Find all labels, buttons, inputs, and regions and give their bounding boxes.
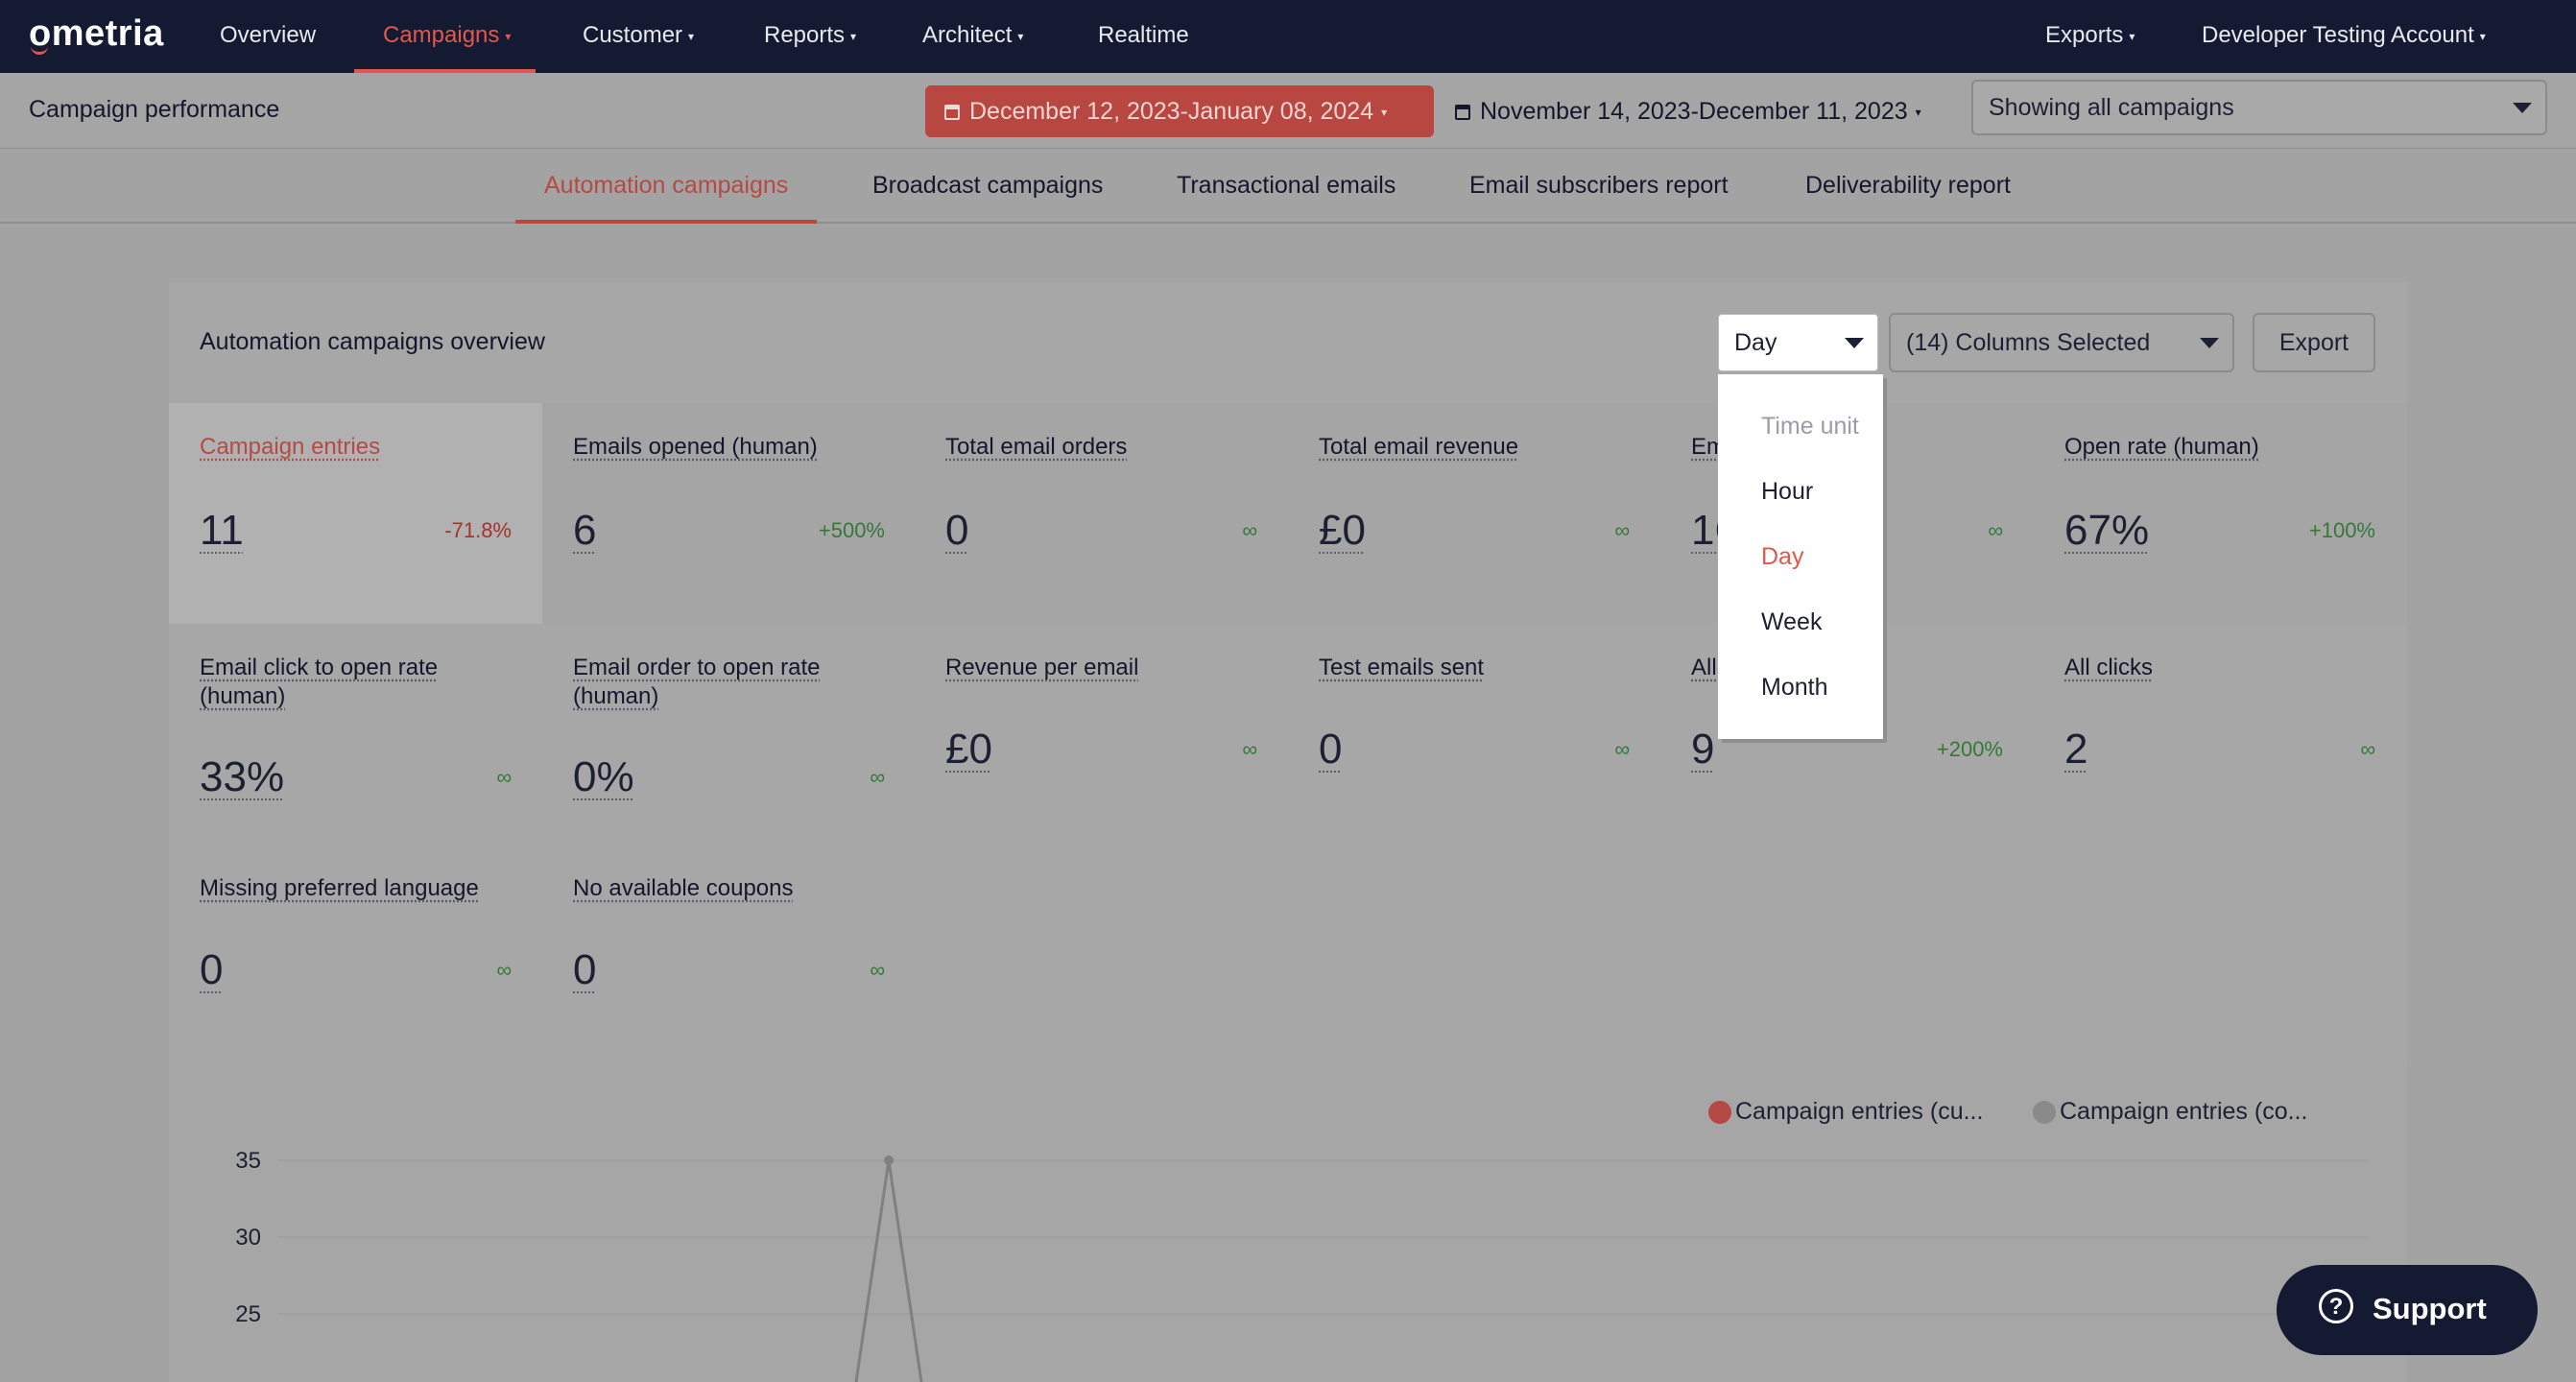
support-button[interactable]: ? Support — [2277, 1265, 2538, 1355]
support-label: Support — [2373, 1292, 2487, 1325]
time-unit-dropdown: Time unit Hour Day Week Month — [1718, 374, 1883, 739]
series-compare-peak-point[interactable] — [884, 1156, 894, 1165]
time-unit-select[interactable]: Day — [1718, 314, 1878, 371]
option-week[interactable]: Week — [1761, 608, 1822, 636]
option-hour[interactable]: Hour — [1761, 478, 1813, 506]
caret-down-icon — [1845, 338, 1864, 348]
question-icon: ? — [2319, 1289, 2353, 1323]
series-compare-line — [854, 1159, 923, 1382]
dropdown-header: Time unit — [1761, 413, 1859, 440]
option-month[interactable]: Month — [1761, 674, 1827, 702]
chart-canvas — [278, 1156, 2367, 1382]
option-day[interactable]: Day — [1761, 543, 1803, 571]
